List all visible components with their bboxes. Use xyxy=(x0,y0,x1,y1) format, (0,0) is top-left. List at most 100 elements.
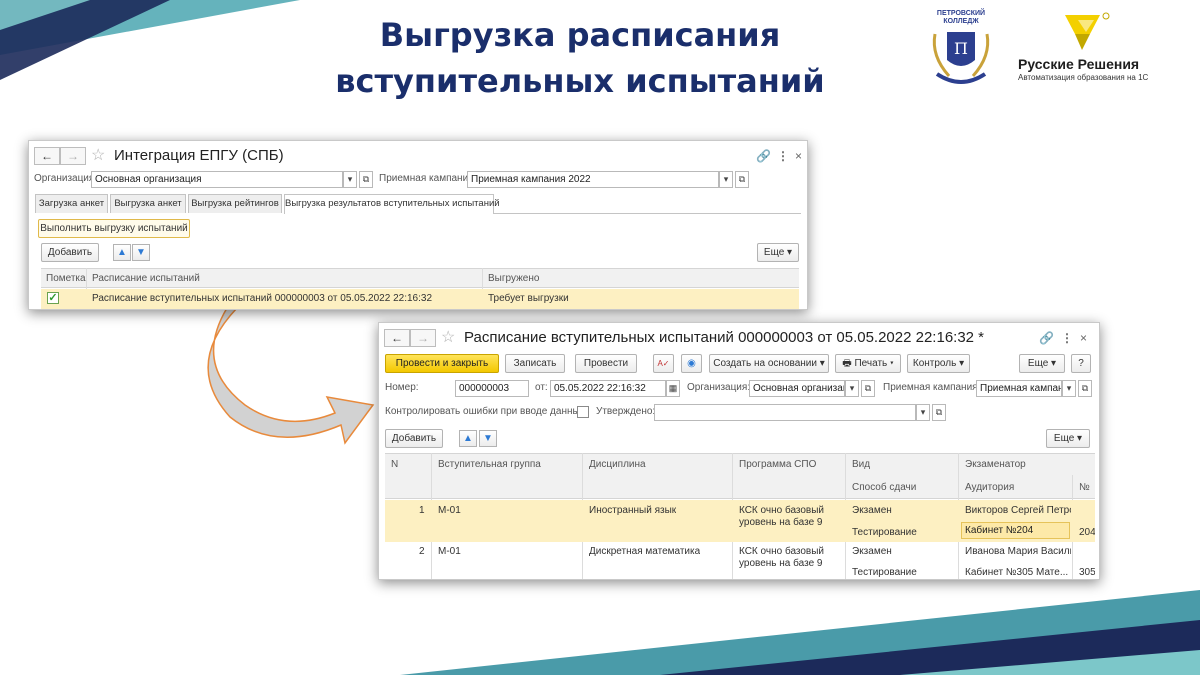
calendar-icon[interactable]: ▦ xyxy=(666,380,680,397)
link-icon[interactable]: 🔗 xyxy=(1039,330,1054,346)
more-actions-icon[interactable]: ⋮ xyxy=(1061,330,1073,346)
org-dropdown-chevron-icon[interactable]: ▾ xyxy=(845,380,859,397)
post-and-close-button[interactable]: Провести и закрыть xyxy=(385,354,499,373)
company-tagline: Автоматизация образования на 1С xyxy=(1018,73,1149,82)
print-button[interactable]: 🖶 Печать ▾ xyxy=(835,354,901,373)
control-button[interactable]: Контроль ▾ xyxy=(907,354,970,373)
move-up-icon[interactable]: ▲ xyxy=(459,430,477,447)
approved-dropdown-chevron-icon[interactable]: ▾ xyxy=(916,404,930,421)
row-kind: Экзамен xyxy=(852,546,892,557)
corner-decoration-top-left xyxy=(0,0,300,80)
move-up-icon[interactable]: ▲ xyxy=(113,244,131,261)
post-button[interactable]: Провести xyxy=(575,354,637,373)
run-export-button[interactable]: Выполнить выгрузку испытаний xyxy=(38,219,190,238)
favorite-star-icon[interactable]: ☆ xyxy=(91,147,105,165)
spellcheck-icon[interactable]: A✓ xyxy=(653,354,674,373)
row-checkbox[interactable]: ✓ xyxy=(47,292,59,304)
structure-icon[interactable]: ◉ xyxy=(681,354,702,373)
college-name: ПЕТРОВСКИЙ КОЛЛЕДЖ xyxy=(936,10,986,25)
tab-export-ratings[interactable]: Выгрузка рейтингов xyxy=(188,194,282,213)
campaign-open-icon[interactable]: ⧉ xyxy=(1078,380,1092,397)
campaign-field[interactable]: Приемная кампани xyxy=(976,380,1062,397)
create-based-on-button[interactable]: Создать на основании ▾ xyxy=(709,354,829,373)
row-examiner: Иванова Мария Васильевна xyxy=(965,546,1071,557)
tab-load-forms[interactable]: Загрузка анкет xyxy=(35,194,108,213)
back-button[interactable]: ← xyxy=(384,329,410,347)
add-button[interactable]: Добавить xyxy=(41,243,99,262)
forward-button[interactable]: → xyxy=(60,147,86,165)
row-discipline: Дискретная математика xyxy=(589,546,701,557)
org-open-icon[interactable]: ⧉ xyxy=(359,171,373,188)
approved-open-icon[interactable]: ⧉ xyxy=(932,404,946,421)
number-field[interactable]: 000000003 xyxy=(455,380,529,397)
move-down-icon[interactable]: ▼ xyxy=(479,430,497,447)
campaign-label: Приемная кампания: xyxy=(883,382,981,393)
row-program-line2: уровень на базе 9 xyxy=(739,558,823,569)
more-label: Еще xyxy=(1053,433,1075,444)
col-schedule: Расписание испытаний xyxy=(92,273,200,284)
close-icon[interactable]: × xyxy=(795,148,802,164)
row-status: Требует выгрузки xyxy=(488,293,569,304)
row-auditorium: Кабинет №305 Мате... xyxy=(965,567,1069,578)
slide-title: Выгрузка расписания вступительных испыта… xyxy=(300,12,860,104)
org-dropdown-chevron-icon[interactable]: ▾ xyxy=(343,171,357,188)
tab-divider xyxy=(494,213,801,214)
college-emblem-icon: П xyxy=(932,32,990,84)
link-icon[interactable]: 🔗 xyxy=(756,148,771,164)
org-open-icon[interactable]: ⧉ xyxy=(861,380,875,397)
campaign-field[interactable]: Приемная кампания 2022 xyxy=(467,171,719,188)
row-kind: Экзамен xyxy=(852,505,892,516)
org-label: Организация: xyxy=(34,173,98,184)
row-group: М-01 xyxy=(438,505,461,516)
tab-export-exam-results[interactable]: Выгрузка результатов вступительных испыт… xyxy=(284,194,500,214)
back-button[interactable]: ← xyxy=(34,147,60,165)
print-label: Печать xyxy=(854,358,888,369)
slide-title-line-1: Выгрузка расписания xyxy=(379,16,781,54)
row-num: 204 xyxy=(1079,527,1095,538)
slide-title-line-2: вступительных испытаний xyxy=(335,62,825,100)
row-n: 2 xyxy=(419,546,425,557)
col-method: Способ сдачи xyxy=(852,482,917,493)
svg-text:П: П xyxy=(954,39,968,58)
college-logo: ПЕТРОВСКИЙ КОЛЛЕДЖ П xyxy=(925,10,997,90)
tab-export-forms[interactable]: Выгрузка анкет xyxy=(110,194,186,213)
more-button-table[interactable]: Еще ▾ xyxy=(1046,429,1090,448)
col-mark: Пометка xyxy=(46,273,86,284)
org-field[interactable]: Основная организаци xyxy=(749,380,845,397)
col-exported: Выгружено xyxy=(488,273,540,284)
more-button[interactable]: Еще ▾ xyxy=(1019,354,1065,373)
favorite-star-icon[interactable]: ☆ xyxy=(441,329,455,347)
row-auditorium[interactable]: Кабинет №204 xyxy=(961,522,1070,539)
control-errors-checkbox[interactable] xyxy=(577,406,589,418)
control-label: Контроль xyxy=(912,358,957,369)
col-n: N xyxy=(391,459,399,470)
org-field[interactable]: Основная организация xyxy=(91,171,343,188)
corner-decoration-bottom-right xyxy=(400,590,1200,675)
row-examiner: Викторов Сергей Петрович xyxy=(965,505,1071,516)
col-discipline: Дисциплина xyxy=(589,459,646,470)
printer-icon: 🖶 xyxy=(842,358,852,369)
window-title: Расписание вступительных испытаний 00000… xyxy=(464,329,985,346)
more-actions-icon[interactable]: ⋮ xyxy=(777,148,789,164)
control-errors-label: Контролировать ошибки при вводе данных: xyxy=(385,406,588,417)
date-field[interactable]: 05.05.2022 22:16:32 xyxy=(550,380,666,397)
campaign-dropdown-chevron-icon[interactable]: ▾ xyxy=(1062,380,1076,397)
move-down-icon[interactable]: ▼ xyxy=(132,244,150,261)
epgu-integration-window: ← → ☆ Интеграция ЕПГУ (СПБ) 🔗 ⋮ × Органи… xyxy=(28,140,808,310)
help-button[interactable]: ? xyxy=(1071,354,1091,373)
number-label: Номер: xyxy=(385,382,419,393)
more-button[interactable]: Еще ▾ xyxy=(757,243,799,262)
row-program-line2: уровень на базе 9 xyxy=(739,517,823,528)
add-button[interactable]: Добавить xyxy=(385,429,443,448)
campaign-dropdown-chevron-icon[interactable]: ▾ xyxy=(719,171,733,188)
campaign-open-icon[interactable]: ⧉ xyxy=(735,171,749,188)
approved-field[interactable] xyxy=(654,404,916,421)
close-icon[interactable]: × xyxy=(1080,330,1087,346)
forward-button[interactable]: → xyxy=(410,329,436,347)
row-method: Тестирование xyxy=(852,527,917,538)
date-label: от: xyxy=(535,382,548,393)
save-button[interactable]: Записать xyxy=(505,354,565,373)
row-method: Тестирование xyxy=(852,567,917,578)
table-header: Пометка Расписание испытаний Выгружено xyxy=(41,268,799,288)
create-based-label: Создать на основании xyxy=(713,358,817,369)
